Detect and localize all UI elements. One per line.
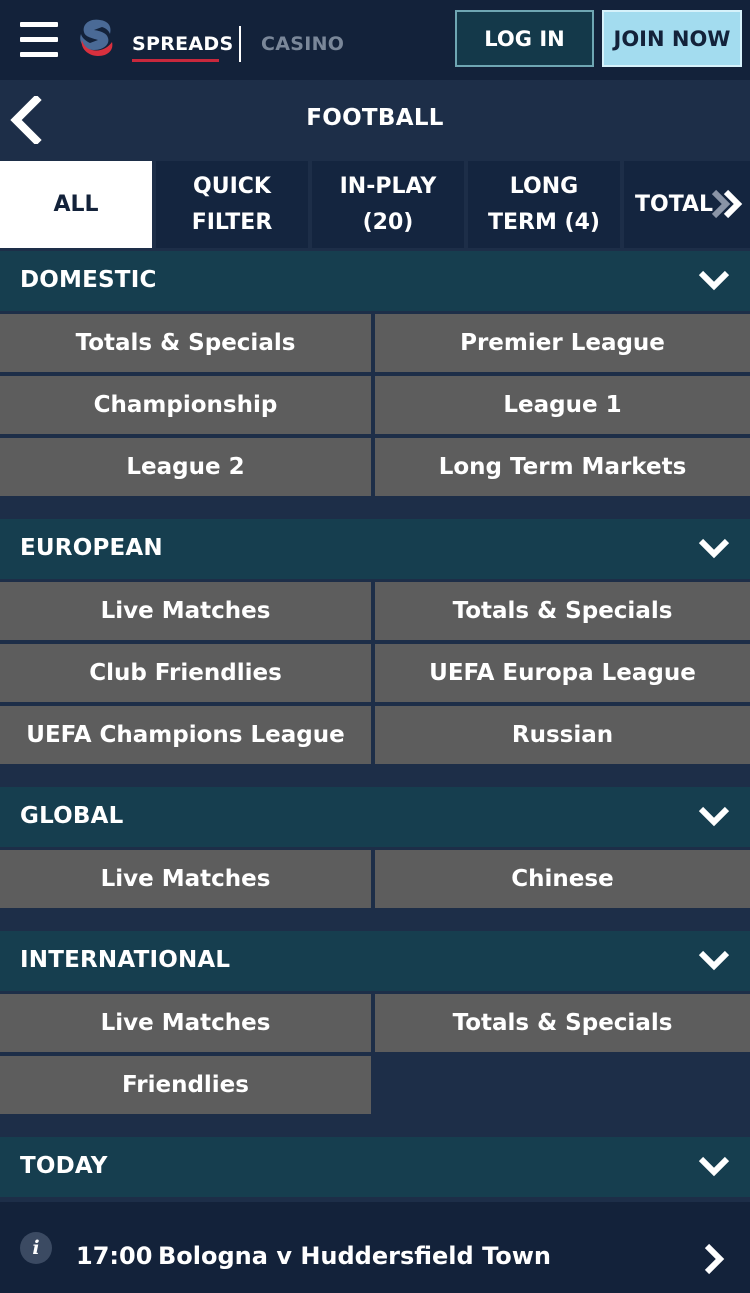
tab-label: IN-PLAY (20): [339, 173, 437, 235]
link-club-friendlies[interactable]: Club Friendlies: [0, 644, 371, 702]
link-premier-league[interactable]: Premier League: [375, 314, 750, 372]
section-header-domestic[interactable]: DOMESTIC: [0, 251, 750, 311]
tab-label: QUICK FILTER: [191, 173, 273, 235]
link-live-matches[interactable]: Live Matches: [0, 994, 371, 1052]
page-title: FOOTBALL: [306, 105, 444, 131]
link-uefa-champions-league[interactable]: UEFA Champions League: [0, 706, 371, 764]
tab-quick-filter[interactable]: QUICK FILTER: [156, 161, 308, 248]
link-league-2[interactable]: League 2: [0, 438, 371, 496]
tab-label: LONG TERM (4): [488, 173, 600, 235]
tab-all[interactable]: ALL: [0, 161, 152, 248]
link-chinese[interactable]: Chinese: [375, 850, 750, 908]
section-header-global[interactable]: GLOBAL: [0, 787, 750, 847]
hamburger-icon[interactable]: [20, 22, 58, 58]
top-header: SPREADS CASINO LOG IN JOIN NOW: [0, 0, 750, 80]
title-bar: FOOTBALL: [0, 80, 750, 161]
link-league-1[interactable]: League 1: [375, 376, 750, 434]
nav-casino-link[interactable]: CASINO: [261, 33, 344, 55]
chevron-down-icon: [698, 1156, 730, 1177]
match-time: 17:00: [76, 1242, 153, 1270]
section-title: EUROPEAN: [20, 535, 163, 561]
filter-tabs: ALL QUICK FILTER IN-PLAY (20) LONG TERM …: [0, 161, 750, 248]
match-name: Bologna v Huddersfield Town: [158, 1242, 551, 1270]
link-totals-specials[interactable]: Totals & Specials: [375, 994, 750, 1052]
chevron-down-icon: [698, 270, 730, 291]
nav-divider: [239, 26, 241, 62]
chevron-right-icon[interactable]: [703, 1242, 725, 1276]
section-title: INTERNATIONAL: [20, 947, 231, 973]
double-chevron-right-icon[interactable]: [710, 189, 750, 219]
link-uefa-europa-league[interactable]: UEFA Europa League: [375, 644, 750, 702]
section-title: TODAY: [20, 1153, 108, 1179]
spreads-logo-icon[interactable]: [76, 16, 116, 60]
info-icon[interactable]: i: [20, 1232, 52, 1264]
link-totals-specials[interactable]: Totals & Specials: [375, 582, 750, 640]
link-championship[interactable]: Championship: [0, 376, 371, 434]
link-live-matches[interactable]: Live Matches: [0, 850, 371, 908]
tab-in-play[interactable]: IN-PLAY (20): [312, 161, 464, 248]
link-live-matches[interactable]: Live Matches: [0, 582, 371, 640]
link-long-term-markets[interactable]: Long Term Markets: [375, 438, 750, 496]
tab-long-term[interactable]: LONG TERM (4): [468, 161, 620, 248]
login-button[interactable]: LOG IN: [455, 10, 594, 67]
active-nav-underline: [132, 59, 219, 62]
chevron-down-icon: [698, 806, 730, 827]
section-header-international[interactable]: INTERNATIONAL: [0, 931, 750, 991]
section-header-european[interactable]: EUROPEAN: [0, 519, 750, 579]
nav-spreads-link[interactable]: SPREADS: [132, 33, 233, 55]
link-russian[interactable]: Russian: [375, 706, 750, 764]
chevron-down-icon: [698, 538, 730, 559]
section-header-today[interactable]: TODAY: [0, 1137, 750, 1197]
link-totals-specials[interactable]: Totals & Specials: [0, 314, 371, 372]
join-now-button[interactable]: JOIN NOW: [602, 10, 742, 67]
section-title: GLOBAL: [20, 803, 124, 829]
match-row[interactable]: i 17:00 Bologna v Huddersfield Town: [0, 1202, 750, 1293]
link-friendlies[interactable]: Friendlies: [0, 1056, 371, 1114]
section-title: DOMESTIC: [20, 267, 157, 293]
chevron-down-icon: [698, 950, 730, 971]
